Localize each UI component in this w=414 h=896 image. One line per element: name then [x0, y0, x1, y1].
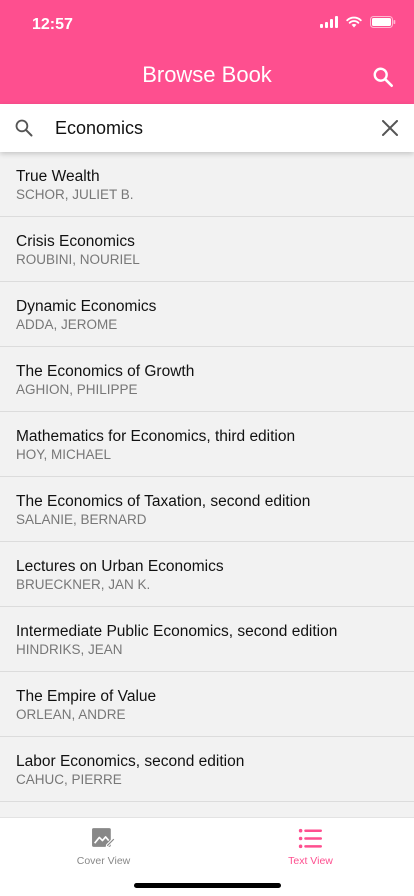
app-header: 12:57 Browse Book [0, 0, 414, 104]
status-icons [320, 16, 396, 28]
book-author: AGHION, PHILIPPE [16, 382, 138, 397]
book-author: ORLEAN, ANDRE [16, 707, 126, 722]
book-title: Intermediate Public Economics, second ed… [16, 623, 338, 640]
list-item[interactable]: Lectures on Urban Economics BRUECKNER, J… [0, 542, 414, 607]
book-title: Lectures on Urban Economics [16, 558, 224, 575]
book-title: The Empire of Value [16, 688, 157, 705]
tab-cover-view[interactable]: Cover View [0, 818, 207, 878]
list-item[interactable]: True Wealth SCHOR, JULIET B. [0, 152, 414, 217]
tab-text-view[interactable]: Text View [207, 818, 414, 878]
list-item[interactable]: Labor Economics, second edition CAHUC, P… [0, 737, 414, 802]
search-input[interactable] [55, 114, 355, 142]
list-item[interactable]: The Economics of Taxation, second editio… [0, 477, 414, 542]
tab-label: Cover View [76, 855, 131, 867]
tab-label: Text View [288, 855, 333, 867]
battery-icon [370, 16, 396, 28]
list-item[interactable]: Dynamic Economics ADDA, JEROME [0, 282, 414, 347]
status-time: 12:57 [32, 16, 73, 33]
book-author: SALANIE, BERNARD [16, 512, 147, 527]
home-indicator [134, 883, 281, 888]
list-item[interactable]: The Empire of Value ORLEAN, ANDRE [0, 672, 414, 737]
book-author: HINDRIKS, JEAN [16, 642, 123, 657]
search-icon[interactable] [372, 66, 394, 88]
book-author: CAHUC, PIERRE [16, 772, 122, 787]
book-title: Dynamic Economics [16, 298, 157, 315]
book-title: Mathematics for Economics, third edition [16, 428, 296, 445]
book-title: True Wealth [16, 168, 100, 185]
status-bar: 12:57 [0, 0, 414, 48]
search-icon [15, 119, 33, 137]
book-title: The Economics of Growth [16, 363, 195, 380]
book-author: ROUBINI, NOURIEL [16, 252, 140, 267]
image-edit-icon [92, 828, 116, 848]
page-title: Browse Book [142, 62, 272, 87]
book-author: SCHOR, JULIET B. [16, 187, 134, 202]
list-icon [298, 828, 322, 849]
signal-icon [320, 16, 338, 28]
list-item[interactable]: Mathematics for Economics, third edition… [0, 412, 414, 477]
book-list: True Wealth SCHOR, JULIET B. Crisis Econ… [0, 152, 414, 802]
book-author: HOY, MICHAEL [16, 447, 112, 462]
book-title: The Economics of Taxation, second editio… [16, 493, 311, 510]
clear-icon[interactable] [382, 120, 398, 136]
book-title: Labor Economics, second edition [16, 753, 245, 770]
list-item[interactable]: The Economics of Growth AGHION, PHILIPPE [0, 347, 414, 412]
list-item[interactable]: Intermediate Public Economics, second ed… [0, 607, 414, 672]
book-author: BRUECKNER, JAN K. [16, 577, 151, 592]
book-author: ADDA, JEROME [16, 317, 118, 332]
book-title: Crisis Economics [16, 233, 135, 250]
wifi-icon [346, 16, 362, 28]
search-bar [0, 104, 414, 152]
list-item[interactable]: Crisis Economics ROUBINI, NOURIEL [0, 217, 414, 282]
